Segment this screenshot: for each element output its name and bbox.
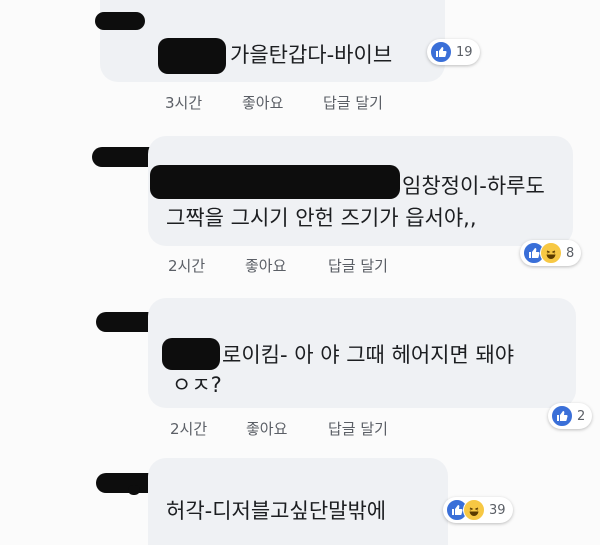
redacted-name <box>158 38 226 74</box>
reaction-summary[interactable]: 19 <box>427 39 480 65</box>
comment-text-line-1: 임창정이-하루도 <box>402 174 545 198</box>
timestamp: 2시간 <box>170 420 208 438</box>
reaction-count: 2 <box>577 408 586 424</box>
reaction-summary[interactable]: 39 <box>443 497 513 523</box>
redacted-name <box>162 338 220 370</box>
like-button[interactable]: 좋아요 <box>245 255 286 276</box>
reply-button[interactable]: 답글 달기 <box>328 418 388 439</box>
comment-actions: 3시간 좋아요 답글 달기 <box>165 92 425 112</box>
reaction-count: 19 <box>456 44 473 60</box>
comment-actions: 2시간 좋아요 답글 달기 <box>170 418 430 438</box>
haha-icon <box>463 499 485 521</box>
reply-button[interactable]: 답글 달기 <box>328 255 388 276</box>
comment-actions: 2시간 좋아요 답글 달기 <box>168 255 428 275</box>
reaction-summary[interactable]: 8 <box>520 240 582 266</box>
timestamp: 3시간 <box>165 94 203 112</box>
redacted-name <box>150 165 400 199</box>
haha-icon <box>540 242 562 264</box>
reply-button[interactable]: 답글 달기 <box>323 92 383 113</box>
comment-text-line-1: 로이킴- 아 야 그때 헤어지면 돼야 <box>222 343 515 367</box>
redacted-name-fragment <box>128 485 140 495</box>
reaction-count: 39 <box>489 502 506 518</box>
comment-text-line-2: ㅇㅈ? <box>172 373 222 397</box>
reaction-count: 8 <box>566 245 575 261</box>
like-button[interactable]: 좋아요 <box>242 92 283 113</box>
reaction-summary[interactable]: 2 <box>548 403 593 429</box>
like-icon <box>551 405 573 427</box>
like-icon <box>430 41 452 63</box>
timestamp: 2시간 <box>168 257 206 275</box>
redacted-username <box>95 12 145 30</box>
comment-text: 가을탄갑다-바이브 <box>230 43 393 67</box>
like-button[interactable]: 좋아요 <box>246 418 287 439</box>
comment-text: 허각-디저블고싶단말밖에 <box>166 499 387 523</box>
comment-thread: 가을탄갑다-바이브 19 3시간 좋아요 답글 달기 임창정이-하루도 그짝을 … <box>0 0 600 545</box>
comment-text-line-2: 그짝을 그시기 안헌 즈기가 읍서야,, <box>166 206 477 230</box>
